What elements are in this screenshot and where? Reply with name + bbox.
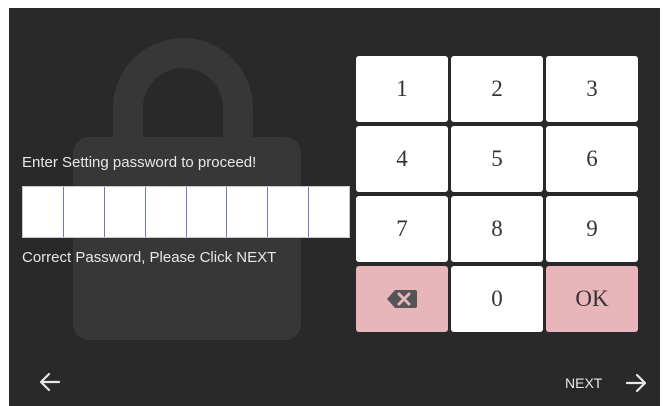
key-6[interactable]: 6	[546, 126, 638, 192]
numeric-keypad: 1 2 3 4 5 6 7 8 9 0 OK	[356, 56, 638, 332]
password-cell	[23, 187, 64, 237]
next-button[interactable]: NEXT	[565, 375, 602, 391]
password-cell	[105, 187, 146, 237]
key-2[interactable]: 2	[451, 56, 543, 122]
key-9[interactable]: 9	[546, 196, 638, 262]
password-cell	[227, 187, 269, 237]
status-message: Correct Password, Please Click NEXT	[22, 249, 277, 266]
password-input[interactable]	[22, 186, 350, 238]
key-7[interactable]: 7	[356, 196, 448, 262]
password-cell	[268, 187, 310, 237]
key-0[interactable]: 0	[451, 266, 543, 332]
key-8[interactable]: 8	[451, 196, 543, 262]
password-cell	[187, 187, 228, 237]
password-prompt: Enter Setting password to proceed!	[22, 154, 257, 171]
arrow-right-icon[interactable]	[624, 371, 648, 395]
key-5[interactable]: 5	[451, 126, 543, 192]
password-cell	[146, 187, 187, 237]
password-cell	[64, 187, 105, 237]
key-4[interactable]: 4	[356, 126, 448, 192]
arrow-left-icon[interactable]	[38, 370, 62, 394]
password-screen: Enter Setting password to proceed! Corre…	[0, 0, 665, 406]
key-3[interactable]: 3	[546, 56, 638, 122]
password-cell	[309, 187, 349, 237]
ok-button[interactable]: OK	[546, 266, 638, 332]
key-1[interactable]: 1	[356, 56, 448, 122]
backspace-button[interactable]	[356, 266, 448, 332]
backspace-icon	[387, 290, 417, 308]
